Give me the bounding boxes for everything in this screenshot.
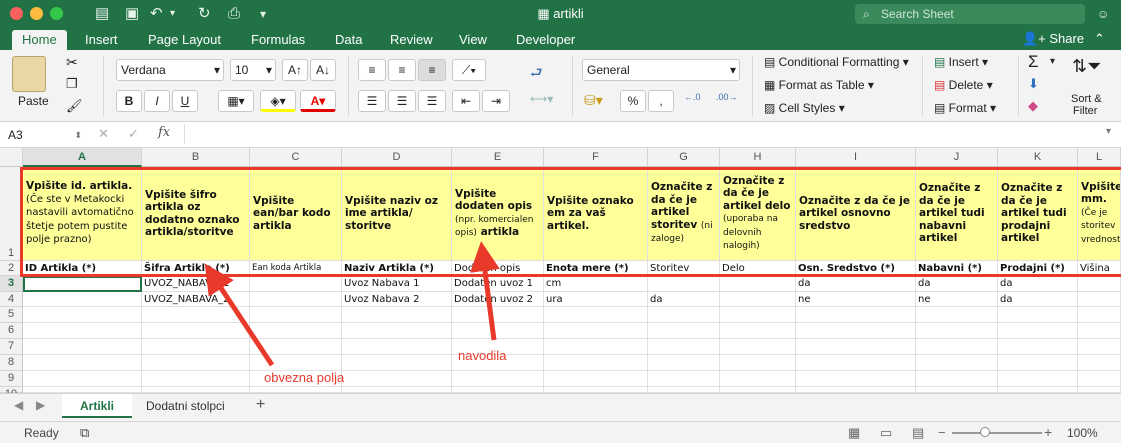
page-layout-view-icon[interactable]: ▭ [880, 425, 892, 441]
arrow-instructions [470, 241, 500, 341]
prev-sheet-icon[interactable]: ◀ [14, 398, 23, 412]
zoom-in-icon[interactable]: + [1044, 424, 1052, 440]
page-break-view-icon[interactable]: ▤ [912, 425, 924, 441]
add-sheet-icon[interactable]: + [256, 396, 265, 414]
sheet-tabs-bar: ◀ ▶ Artikli Dodatni stolpci + [0, 393, 1121, 421]
status-bar: Ready ⧉ ▦ ▭ ▤ − + 100% [0, 421, 1121, 443]
normal-view-icon[interactable]: ▦ [848, 425, 860, 441]
status-ready: Ready [24, 426, 59, 440]
zoom-slider-thumb[interactable] [980, 427, 990, 437]
annotation-overlay [204, 241, 500, 367]
arrow-required [204, 263, 275, 367]
sheet-tab-dodatni-stolpci[interactable]: Dodatni stolpci [128, 394, 243, 418]
annotation-required-fields: obvezna polja [264, 370, 345, 385]
zoom-out-icon[interactable]: − [938, 425, 946, 440]
next-sheet-icon[interactable]: ▶ [36, 398, 45, 412]
sheet-tab-artikli[interactable]: Artikli [62, 394, 133, 418]
zoom-level: 100% [1067, 426, 1098, 440]
macro-record-icon[interactable]: ⧉ [80, 425, 89, 441]
annotation-instructions: navodila [458, 348, 507, 363]
zoom-slider[interactable] [952, 432, 1042, 434]
